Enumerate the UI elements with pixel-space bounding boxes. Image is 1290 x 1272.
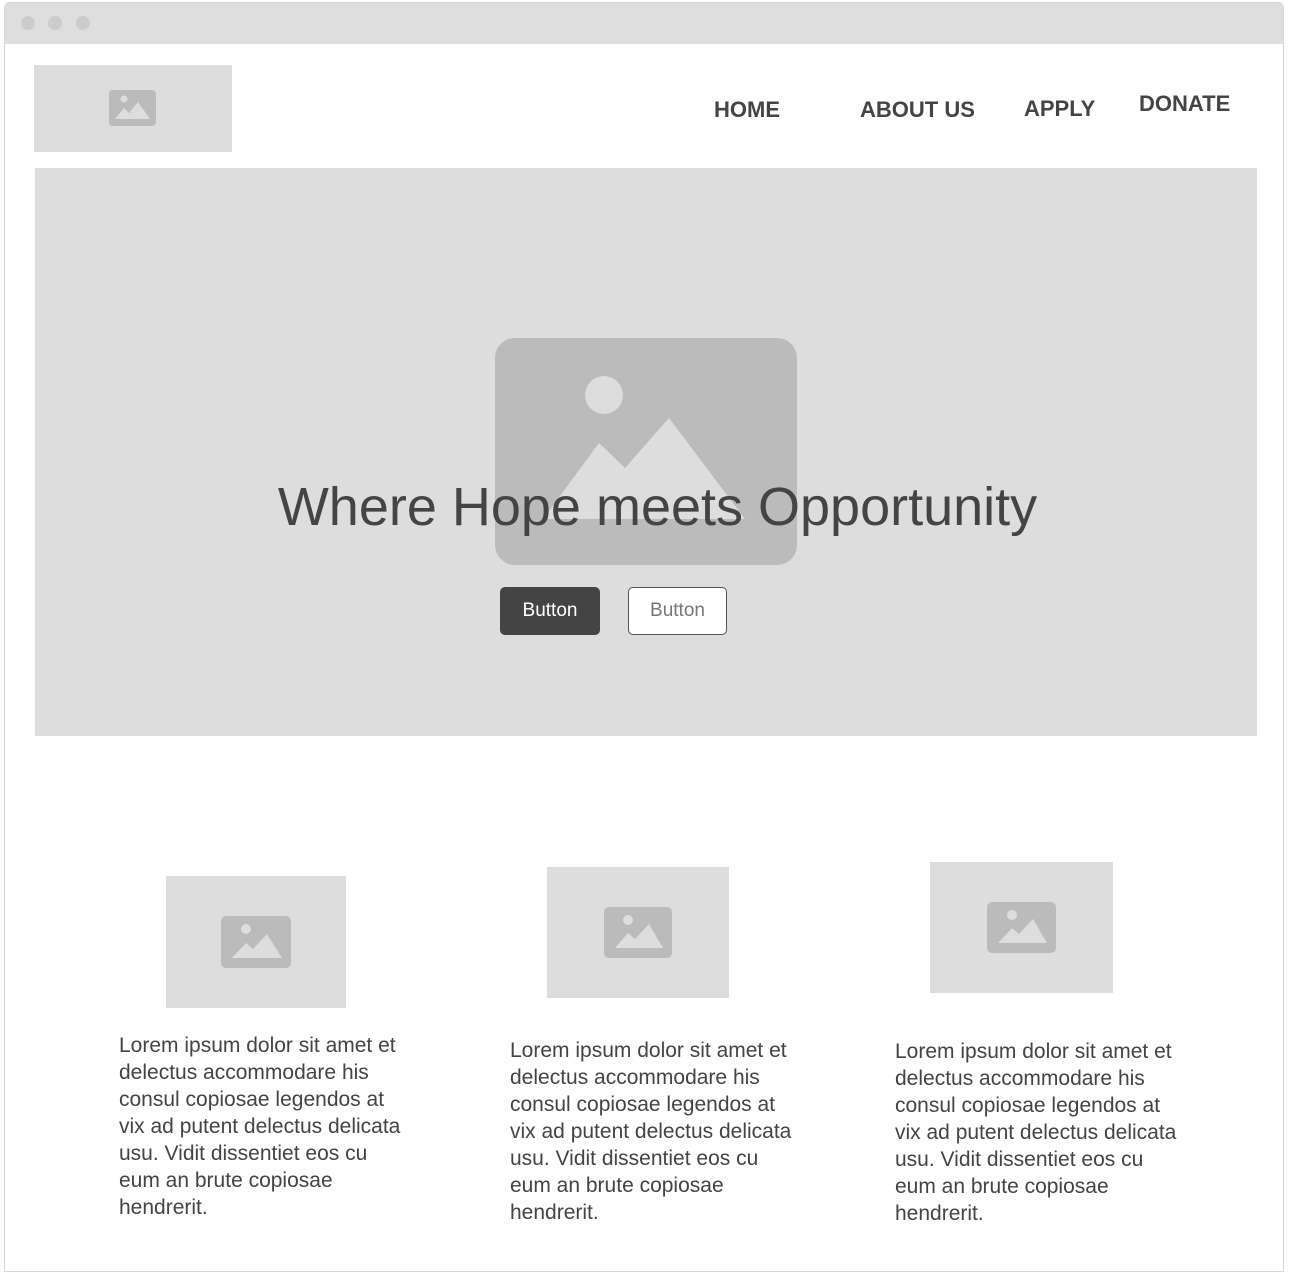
image-placeholder-icon: [987, 902, 1056, 953]
site-logo[interactable]: [34, 65, 232, 152]
hero-title: Where Hope meets Opportunity: [277, 477, 1038, 537]
card-image-1: [166, 876, 346, 1008]
window-titlebar: [5, 3, 1283, 44]
nav-about-us[interactable]: ABOUT US: [860, 97, 975, 123]
card-text-1: Lorem ipsum dolor sit amet et delectus a…: [119, 1034, 401, 1219]
nav-apply[interactable]: APPLY: [1024, 96, 1095, 122]
card-text-3: Lorem ipsum dolor sit amet et delectus a…: [895, 1040, 1177, 1225]
image-placeholder-icon: [221, 916, 291, 968]
browser-window: HOME ABOUT US APPLY DONATE Where Hope me…: [4, 2, 1284, 1272]
window-close-dot[interactable]: [21, 16, 35, 30]
nav-home[interactable]: HOME: [714, 97, 780, 123]
hero-primary-button[interactable]: Button: [500, 587, 600, 635]
image-placeholder-icon: [109, 90, 156, 126]
card-image-3: [930, 862, 1113, 993]
card-text-2: Lorem ipsum dolor sit amet et delectus a…: [510, 1039, 792, 1224]
hero-banner: Where Hope meets Opportunity Button Butt…: [35, 168, 1257, 736]
hero-secondary-button[interactable]: Button: [628, 587, 727, 635]
image-placeholder-icon: [604, 907, 672, 958]
window-minimize-dot[interactable]: [48, 16, 62, 30]
nav-donate[interactable]: DONATE: [1139, 91, 1230, 117]
card-image-2: [547, 867, 729, 998]
window-maximize-dot[interactable]: [76, 16, 90, 30]
